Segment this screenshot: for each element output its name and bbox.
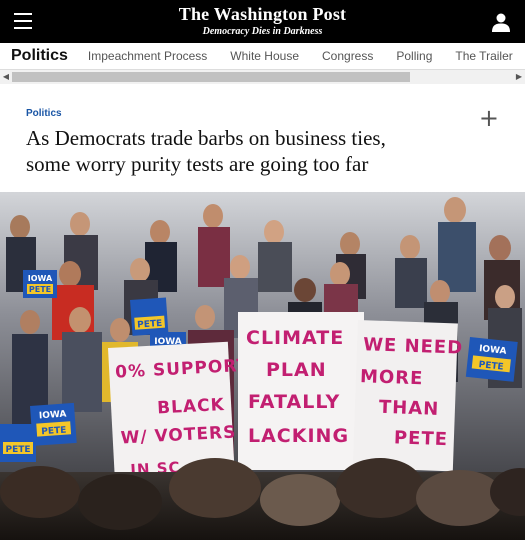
nav-item-white-house[interactable]: White House — [230, 49, 299, 63]
lead-photo: IOWA PETE IOWA PETE IOWA PETE PETE — [0, 192, 525, 540]
protest-sign-center: CLIMATE PLAN FATALLY LACKING — [238, 312, 364, 470]
svg-text:WE NEED: WE NEED — [363, 334, 464, 358]
svg-text:LACKING: LACKING — [248, 425, 349, 447]
nav-scrollbar[interactable]: ◀ ▶ — [0, 70, 525, 84]
brand[interactable]: The Washington Post Democracy Dies in Da… — [0, 4, 525, 37]
svg-text:PETE: PETE — [137, 319, 163, 331]
svg-text:THAN: THAN — [379, 397, 440, 420]
nav-item-impeachment[interactable]: Impeachment Process — [88, 49, 207, 63]
user-account-icon[interactable] — [491, 12, 511, 32]
pete-sign: PETE — [0, 424, 36, 462]
top-bar: The Washington Post Democracy Dies in Da… — [0, 0, 525, 43]
scroll-right-arrow-icon[interactable]: ▶ — [513, 70, 525, 84]
nav-item-polling[interactable]: Polling — [396, 49, 432, 63]
site-logo[interactable]: The Washington Post — [0, 4, 525, 25]
svg-text:PETE: PETE — [5, 445, 30, 455]
svg-text:MORE: MORE — [360, 366, 424, 389]
article-headline: As Democrats trade barbs on business tie… — [26, 125, 499, 177]
article-kicker[interactable]: Politics — [26, 108, 499, 119]
svg-text:IOWA: IOWA — [39, 409, 67, 421]
photo-illustration: IOWA PETE IOWA PETE IOWA PETE PETE — [0, 192, 525, 540]
pete-sign: IOWA PETE — [23, 270, 57, 298]
headline-line-1: As Democrats trade barbs on business tie… — [26, 126, 386, 150]
site-tagline: Democracy Dies in Darkness — [202, 26, 323, 37]
article-header: Politics As Democrats trade barbs on bus… — [0, 84, 525, 192]
svg-text:PETE: PETE — [41, 426, 67, 438]
nav-item-the-trailer[interactable]: The Trailer — [455, 49, 512, 63]
scroll-left-arrow-icon[interactable]: ◀ — [0, 70, 12, 84]
protest-sign-right: WE NEED MORE THAN PETE — [352, 320, 464, 472]
svg-text:PETE: PETE — [29, 285, 51, 294]
svg-text:FATALLY: FATALLY — [248, 391, 340, 413]
svg-text:IOWA: IOWA — [28, 274, 53, 283]
pete-sign: IOWA PETE — [30, 402, 77, 446]
svg-text:BLACK: BLACK — [157, 395, 226, 419]
svg-text:PLAN: PLAN — [266, 359, 327, 381]
headline-line-2: some worry purity tests are going too fa… — [26, 152, 369, 176]
nav-item-congress[interactable]: Congress — [322, 49, 373, 63]
pete-sign: PETE — [130, 297, 169, 336]
add-to-reading-list-icon[interactable]: + — [479, 104, 499, 132]
section-title[interactable]: Politics — [0, 47, 88, 65]
pete-sign: IOWA PETE — [465, 337, 518, 382]
svg-text:CLIMATE: CLIMATE — [246, 327, 344, 349]
section-nav: Politics Impeachment Process White House… — [0, 43, 525, 70]
svg-text:PETE: PETE — [394, 427, 449, 450]
scrollbar-thumb[interactable] — [12, 72, 410, 82]
